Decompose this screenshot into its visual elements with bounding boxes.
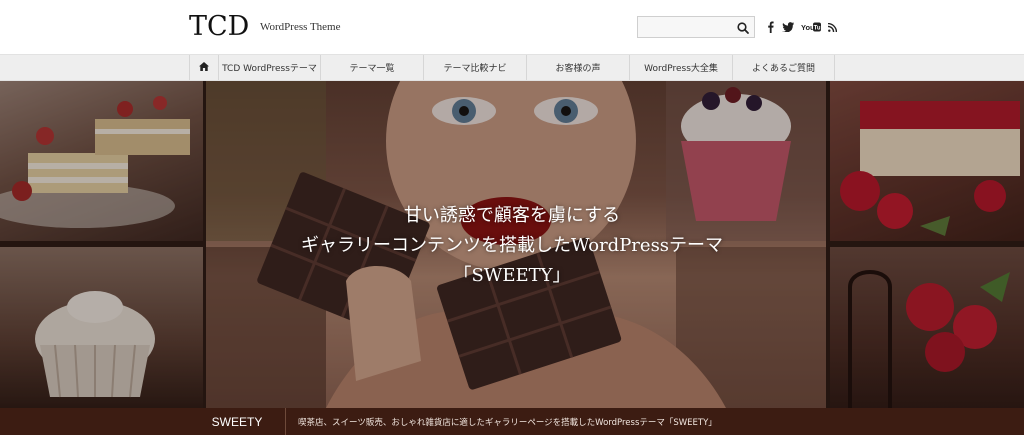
hero-gallery: 甘い誘惑で顧客を虜にする ギャラリーコンテンツを搭載したWordPressテーマ… [0,81,1024,408]
nav-item-tcd-themes[interactable]: TCD WordPressテーマ [218,55,320,80]
nav-item-customer-voices[interactable]: お客様の声 [526,55,629,80]
hero-headline-line1: 甘い誘惑で顧客を虜にする [403,205,621,226]
search-box[interactable] [637,16,755,38]
search-input[interactable] [638,17,734,37]
nav-item-theme-list[interactable]: テーマ一覧 [320,55,423,80]
nav-item-faq[interactable]: よくあるご質問 [732,55,835,80]
theme-description: 喫茶店、スイーツ販売、おしゃれ雑貨店に適したギャラリーページを搭載したWordP… [298,417,717,428]
nav-item-theme-compare[interactable]: テーマ比較ナビ [423,55,526,80]
caption-bar: SWEETY 喫茶店、スイーツ販売、おしゃれ雑貨店に適したギャラリーページを搭載… [0,408,1024,435]
svg-text:Tu: Tu [814,26,821,32]
site-logo[interactable]: TCD [189,11,249,42]
hero-headline-line3: 「SWEETY」 [453,265,571,286]
youtube-icon[interactable]: You Tu [801,20,821,34]
site-tagline: WordPress Theme [260,21,341,33]
home-icon [199,61,209,74]
search-icon[interactable] [736,20,750,34]
theme-name-label[interactable]: SWEETY [189,408,286,435]
hero-headline-line2: ギャラリーコンテンツを搭載したWordPressテーマ [300,235,724,256]
facebook-icon[interactable] [765,20,775,34]
twitter-icon[interactable] [781,20,795,34]
nav-home[interactable] [189,55,218,80]
rss-icon[interactable] [827,20,837,34]
site-header: TCD WordPress Theme You Tu [0,0,1024,54]
nav-item-wordpress-guide[interactable]: WordPress大全集 [629,55,732,80]
global-nav: TCD WordPressテーマ テーマ一覧 テーマ比較ナビ お客様の声 Wor… [0,54,1024,81]
